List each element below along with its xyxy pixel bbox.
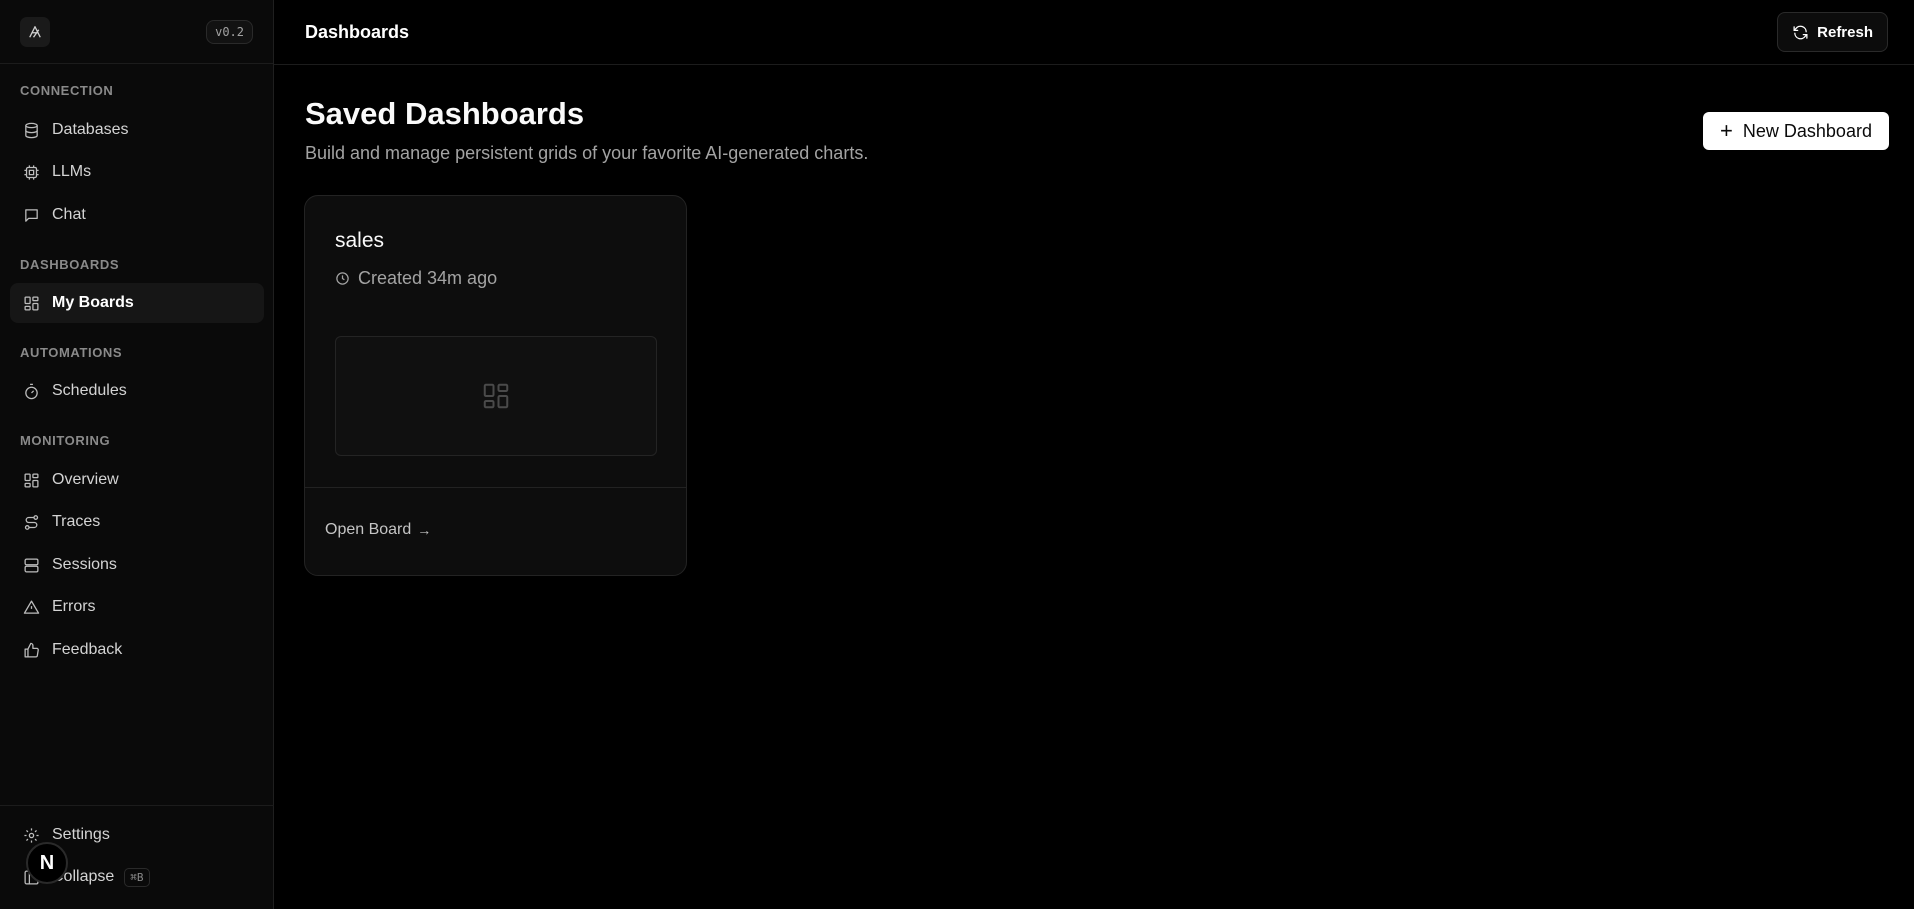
sidebar-item-label: Schedules: [52, 382, 127, 399]
sidebar-item-label: Errors: [52, 598, 96, 615]
layout-grid-icon: [22, 471, 40, 489]
sidebar-item-label: My Boards: [52, 294, 134, 311]
arrow-right-icon: →: [417, 522, 432, 538]
server-icon: [22, 556, 40, 574]
created-time: Created 34m ago: [358, 268, 498, 288]
dashboard-card-title: sales: [335, 229, 385, 252]
keyboard-shortcut: ⌘B: [124, 867, 150, 887]
clock-icon: [336, 272, 349, 285]
sidebar-item-schedules[interactable]: Schedules: [10, 371, 264, 411]
sidebar: v0.2 CONNECTION Databases LLMs Chat DASH…: [0, 0, 274, 909]
thumbs-up-icon: [22, 641, 40, 659]
section-label-monitoring: MONITORING: [20, 433, 111, 448]
sidebar-item-label: Sessions: [52, 556, 117, 573]
card-divider: [305, 487, 686, 488]
version-badge: v0.2: [206, 19, 253, 44]
section-label-connection: CONNECTION: [20, 83, 114, 98]
chat-icon: [22, 206, 40, 224]
sidebar-item-feedback[interactable]: Feedback: [10, 630, 264, 670]
sidebar-item-label: Feedback: [52, 641, 123, 658]
sidebar-item-label: Settings: [52, 826, 110, 843]
page-subtitle: Build and manage persistent grids of you…: [305, 143, 869, 163]
sidebar-item-label: LLMs: [52, 163, 92, 180]
dashboard-preview: [335, 336, 657, 456]
page-header-title: Dashboards: [305, 21, 410, 42]
sidebar-item-chat[interactable]: Chat: [10, 195, 264, 235]
sidebar-header: v0.2: [0, 0, 273, 64]
dev-tools-badge[interactable]: N: [26, 842, 68, 884]
open-board-link[interactable]: Open Board →: [325, 521, 431, 539]
database-icon: [22, 121, 40, 139]
dashboard-card[interactable]: sales Created 34m ago Open Board →: [304, 195, 687, 576]
timer-icon: [22, 382, 40, 400]
route-icon: [22, 513, 40, 531]
sidebar-item-llms[interactable]: LLMs: [10, 152, 264, 192]
section-label-automations: AUTOMATIONS: [20, 345, 123, 360]
gear-icon: [22, 826, 40, 844]
layout-grid-icon: [483, 383, 509, 409]
cpu-icon: [22, 163, 40, 181]
app-logo-icon[interactable]: [20, 16, 50, 47]
sidebar-item-traces[interactable]: Traces: [10, 502, 264, 542]
new-dashboard-label: New Dashboard: [1742, 120, 1872, 141]
new-dashboard-button[interactable]: + New Dashboard: [1703, 112, 1889, 150]
sidebar-item-overview[interactable]: Overview: [10, 460, 264, 500]
plus-icon: +: [1720, 118, 1733, 143]
sidebar-item-label: Chat: [52, 206, 86, 223]
sidebar-item-label: Databases: [52, 121, 129, 138]
refresh-icon: [1793, 25, 1808, 39]
sidebar-item-my-boards[interactable]: My Boards: [10, 283, 264, 323]
open-board-label: Open Board: [325, 521, 412, 538]
top-bar: Dashboards Refresh: [274, 0, 1914, 65]
sidebar-item-sessions[interactable]: Sessions: [10, 545, 264, 585]
sidebar-item-databases[interactable]: Databases: [10, 110, 264, 150]
warning-icon: [22, 598, 40, 616]
sidebar-item-label: Overview: [52, 471, 119, 488]
refresh-label: Refresh: [1817, 23, 1873, 41]
sidebar-item-label: Traces: [52, 513, 101, 530]
section-label-dashboards: DASHBOARDS: [20, 257, 120, 272]
layout-grid-icon: [22, 294, 40, 312]
dashboard-card-meta: Created 34m ago: [335, 268, 497, 289]
page-title: Saved Dashboards: [305, 96, 585, 131]
refresh-button[interactable]: Refresh: [1777, 12, 1888, 52]
sidebar-item-errors[interactable]: Errors: [10, 587, 264, 627]
